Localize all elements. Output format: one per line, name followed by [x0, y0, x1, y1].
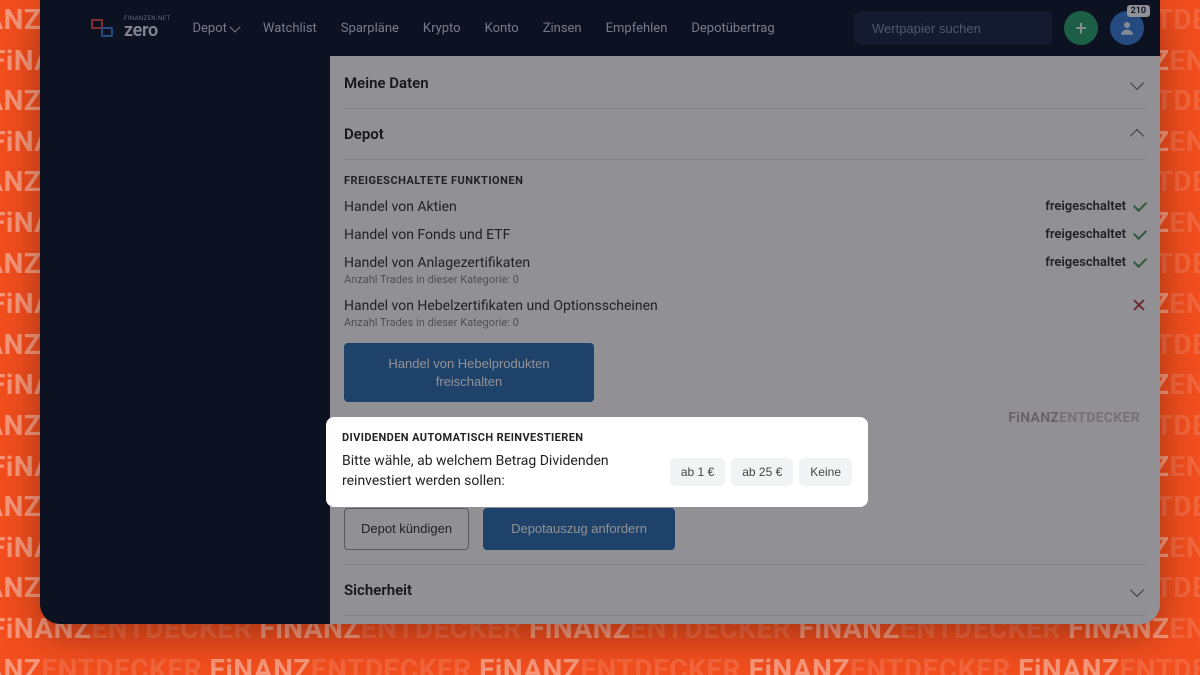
nav-konto[interactable]: Konto	[485, 21, 519, 36]
add-button[interactable]: +	[1064, 11, 1098, 45]
unlock-leverage-button[interactable]: Handel von Hebelprodukten freischalten	[344, 343, 594, 402]
card-title: DIVIDENDEN AUTOMATISCH REINVESTIEREN	[342, 431, 852, 444]
accordion-title: Sicherheit	[344, 581, 412, 599]
logo-text-bottom: zero	[124, 22, 170, 40]
notification-badge: 210	[1127, 5, 1150, 17]
feature-name: Handel von Fonds und ETF	[344, 227, 1045, 243]
content-panel: Meine Daten Depot FREIGESCHALTETE FUNKTI…	[330, 56, 1160, 624]
x-icon	[1132, 298, 1146, 312]
nav-empfehlen[interactable]: Empfehlen	[606, 21, 668, 36]
feature-row: Handel von Hebelzertifikaten und Options…	[344, 294, 1146, 337]
nav-zinsen[interactable]: Zinsen	[543, 21, 582, 36]
feature-name: Handel von Aktien	[344, 199, 1045, 215]
feature-row: Handel von Aktien freigeschaltet	[344, 195, 1146, 223]
user-menu-button[interactable]: 210	[1110, 11, 1144, 45]
accordion-depot[interactable]: Depot	[344, 108, 1146, 159]
chevron-up-icon	[1130, 129, 1144, 143]
dividend-reinvest-card: DIVIDENDEN AUTOMATISCH REINVESTIEREN Bit…	[326, 417, 868, 507]
nav-sparplaene[interactable]: Sparpläne	[341, 21, 399, 36]
logo[interactable]: FINANZEN.NET zero	[88, 16, 170, 40]
nav-watchlist[interactable]: Watchlist	[263, 21, 317, 36]
feature-subtext: Anzahl Trades in dieser Kategorie: 0	[344, 273, 1045, 286]
feature-row: Handel von Fonds und ETF freigeschaltet	[344, 223, 1146, 251]
user-icon	[1118, 19, 1136, 37]
check-icon	[1133, 197, 1147, 211]
feature-name: Handel von Anlagezertifikaten	[344, 255, 1045, 271]
app-window: FINANZEN.NET zero Depot Watchlist Sparpl…	[40, 0, 1160, 624]
card-text: Bitte wähle, ab welchem Betrag Dividende…	[342, 452, 656, 491]
nav-krypto[interactable]: Krypto	[423, 21, 461, 36]
feature-row: Handel von Anlagezertifikaten Anzahl Tra…	[344, 251, 1146, 294]
accordion-meine-daten[interactable]: Meine Daten	[344, 56, 1146, 108]
accordion-sicherheit[interactable]: Sicherheit	[344, 564, 1146, 615]
nav-depot[interactable]: Depot	[192, 21, 238, 36]
check-icon	[1133, 253, 1147, 267]
check-icon	[1133, 225, 1147, 239]
option-ab-1[interactable]: ab 1 €	[670, 458, 725, 486]
chevron-down-icon	[1130, 583, 1144, 597]
feature-status: freigeschaltet	[1045, 227, 1126, 242]
feature-name: Handel von Hebelzertifikaten und Options…	[344, 298, 1132, 314]
nav-links: Depot Watchlist Sparpläne Krypto Konto Z…	[192, 21, 774, 36]
feature-status: freigeschaltet	[1045, 199, 1126, 214]
search-box[interactable]	[854, 11, 1052, 45]
plus-icon: +	[1075, 18, 1086, 38]
option-ab-25[interactable]: ab 25 €	[731, 458, 793, 486]
nav-depotuebertrag[interactable]: Depotübertrag	[691, 21, 774, 36]
feature-status: freigeschaltet	[1045, 255, 1126, 270]
search-input[interactable]	[872, 21, 1048, 36]
accordion-benachrichtigungen[interactable]: Benachrichtigungen	[344, 615, 1146, 624]
accordion-title: Meine Daten	[344, 74, 429, 92]
option-keine[interactable]: Keine	[799, 458, 852, 486]
chevron-down-icon	[1130, 76, 1144, 90]
top-nav: FINANZEN.NET zero Depot Watchlist Sparpl…	[40, 0, 1160, 56]
watermark-text: FiNANZENTDECKER	[1008, 410, 1140, 426]
logo-icon	[88, 16, 116, 40]
reinvest-options: ab 1 € ab 25 € Keine	[670, 458, 852, 486]
feature-subtext: Anzahl Trades in dieser Kategorie: 0	[344, 316, 1132, 329]
chevron-down-icon	[229, 21, 240, 32]
accordion-title: Depot	[344, 125, 384, 143]
section-heading-funktionen: FREIGESCHALTETE FUNKTIONEN	[344, 159, 1146, 195]
